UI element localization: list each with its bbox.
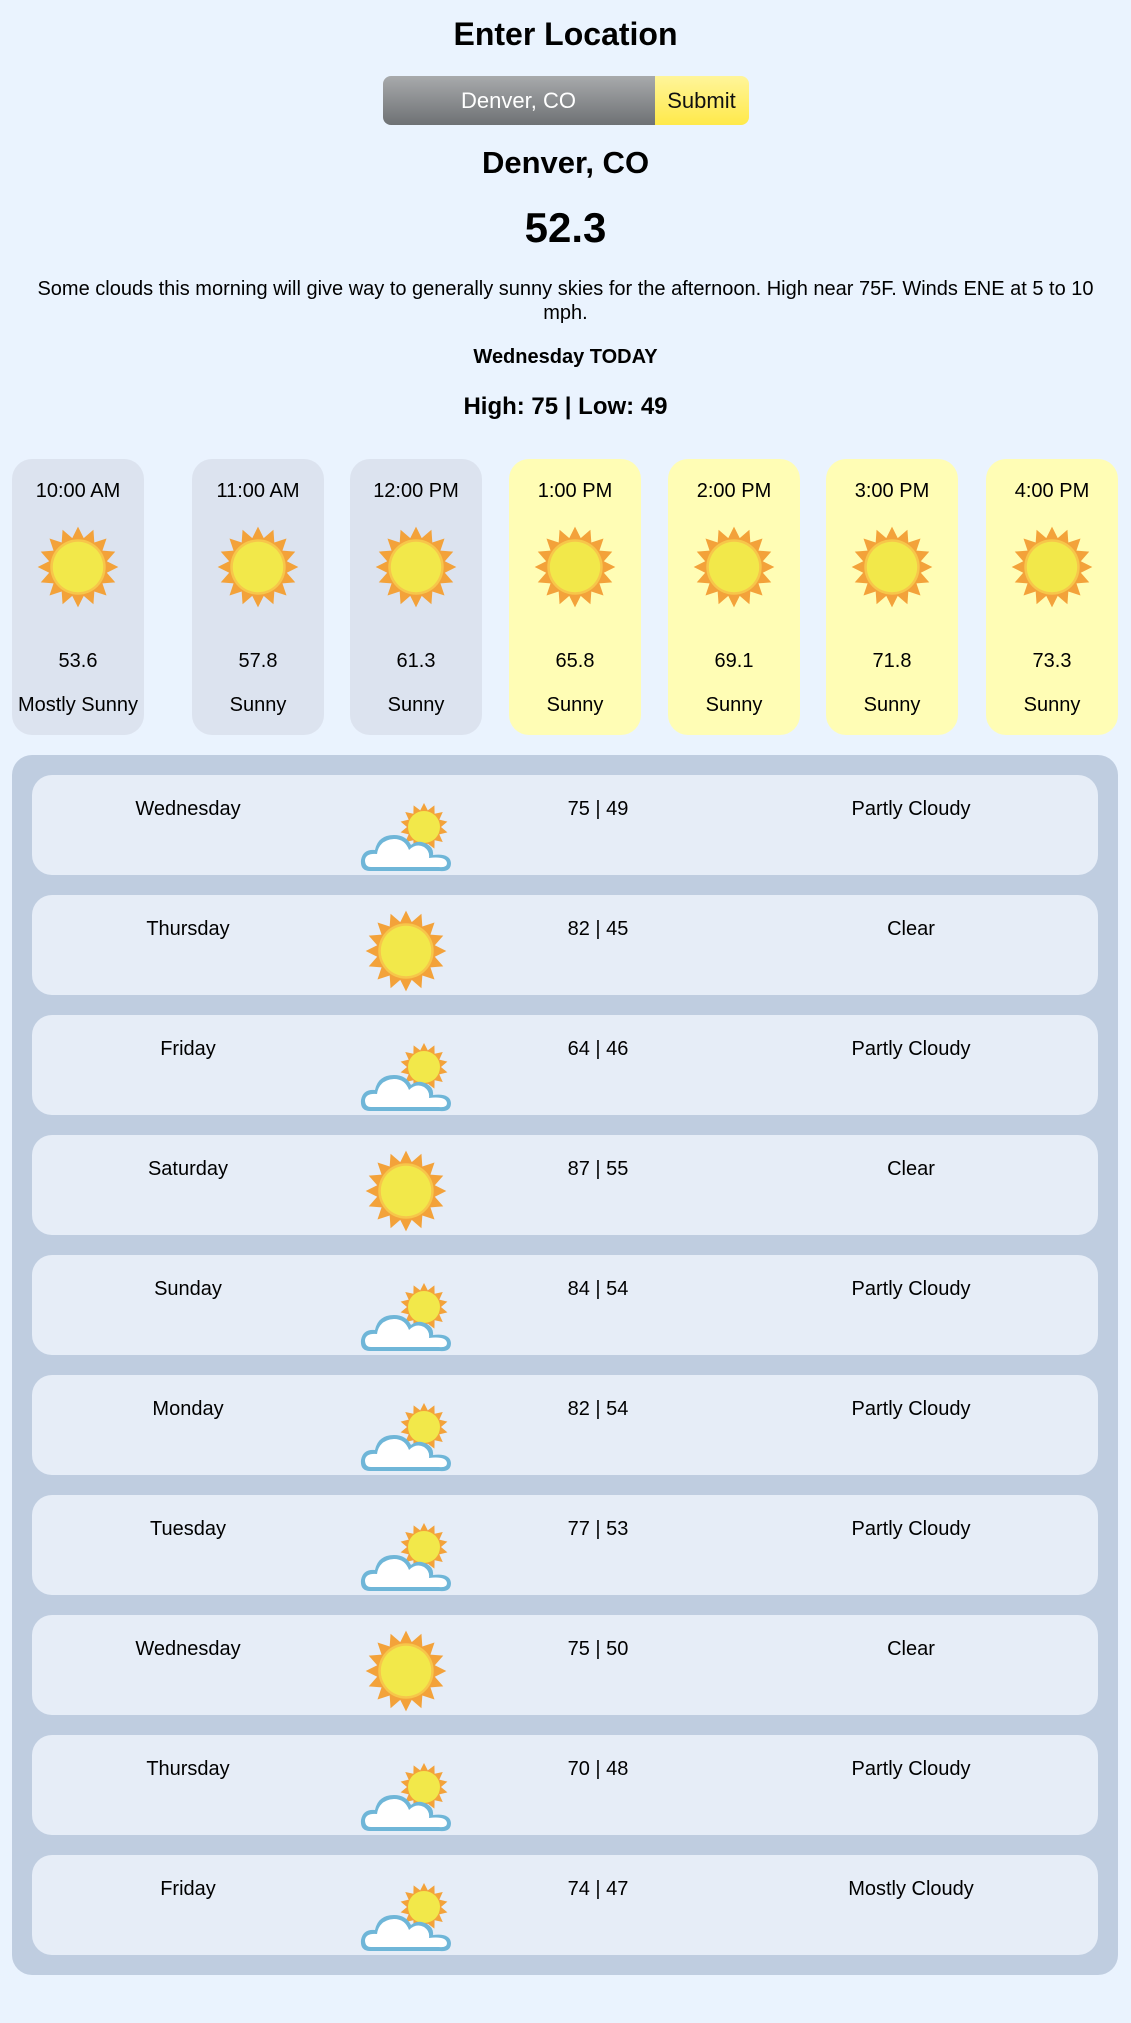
- hour-time: 2:00 PM: [696, 480, 772, 502]
- hour-condition: Sunny: [229, 694, 287, 716]
- sun-icon: [216, 525, 300, 609]
- day-high-low: 84 | 54: [567, 1278, 629, 1300]
- day-high-low: 77 | 53: [567, 1518, 629, 1540]
- page-title: Enter Location: [453, 16, 678, 52]
- partly-cloudy-icon: [358, 1755, 454, 1839]
- day-name: Thursday: [146, 918, 230, 940]
- partly-cloudy-icon: [358, 1515, 454, 1599]
- daily-row: Monday 82 | 54 Partly Cloudy: [32, 1375, 1098, 1475]
- today-label: Wednesday TODAY: [473, 346, 658, 368]
- hour-condition: Sunny: [863, 694, 921, 716]
- partly-cloudy-icon: [358, 795, 454, 879]
- sun-icon: [850, 525, 934, 609]
- hour-temperature: 53.6: [58, 650, 98, 672]
- partly-cloudy-icon: [358, 1395, 454, 1479]
- daily-row: Friday 74 | 47 Mostly Cloudy: [32, 1855, 1098, 1955]
- hour-condition: Sunny: [387, 694, 445, 716]
- day-condition: Clear: [887, 918, 935, 940]
- day-high-low: 82 | 54: [567, 1398, 629, 1420]
- day-name: Thursday: [146, 1758, 230, 1780]
- location-input[interactable]: [382, 76, 655, 125]
- hour-condition: Sunny: [705, 694, 763, 716]
- hour-time: 11:00 AM: [216, 480, 300, 502]
- hour-temperature: 73.3: [1032, 650, 1072, 672]
- day-name: Friday: [160, 1878, 216, 1900]
- sun-icon: [1010, 525, 1094, 609]
- hourly-card: 10:00 AM 53.6 Mostly Sunny: [12, 459, 144, 735]
- day-name: Monday: [152, 1398, 224, 1420]
- day-high-low: 70 | 48: [567, 1758, 629, 1780]
- sun-icon: [358, 910, 454, 999]
- daily-forecast: Wednesday 75 | 49 Partly Cloudy Thursday 82 …: [12, 755, 1118, 1975]
- today-high-low: High: 75 | Low: 49: [463, 393, 668, 420]
- partly-cloudy-icon: [358, 1035, 454, 1119]
- location-search-form: Submit: [0, 76, 1131, 125]
- daily-row: Wednesday 75 | 50 Clear: [32, 1615, 1098, 1715]
- day-condition: Clear: [887, 1158, 935, 1180]
- daily-row: Thursday 70 | 48 Partly Cloudy: [32, 1735, 1098, 1835]
- day-name: Wednesday: [135, 1638, 241, 1660]
- sun-icon: [358, 1630, 454, 1719]
- hour-time: 1:00 PM: [537, 480, 613, 502]
- hour-time: 12:00 PM: [373, 480, 459, 502]
- daily-row: Thursday 82 | 45 Clear: [32, 895, 1098, 995]
- sun-icon: [36, 525, 120, 609]
- day-high-low: 75 | 49: [567, 798, 629, 820]
- daily-row: Saturday 87 | 55 Clear: [32, 1135, 1098, 1235]
- sun-icon: [358, 1150, 454, 1239]
- weather-summary: Some clouds this morning will give way t…: [37, 278, 1094, 324]
- day-high-low: 87 | 55: [567, 1158, 629, 1180]
- hour-time: 4:00 PM: [1014, 480, 1090, 502]
- hour-time: 10:00 AM: [35, 480, 121, 502]
- partly-cloudy-icon: [358, 1275, 454, 1359]
- daily-row: Friday 64 | 46 Partly Cloudy: [32, 1015, 1098, 1115]
- submit-button[interactable]: Submit: [654, 76, 749, 125]
- day-condition: Partly Cloudy: [851, 1758, 971, 1780]
- hour-time: 3:00 PM: [854, 480, 930, 502]
- hourly-card: 3:00 PM 71.8 Sunny: [826, 459, 958, 735]
- sun-icon: [374, 525, 458, 609]
- hour-temperature: 57.8: [238, 650, 278, 672]
- hour-temperature: 71.8: [872, 650, 912, 672]
- daily-row: Sunday 84 | 54 Partly Cloudy: [32, 1255, 1098, 1355]
- day-condition: Partly Cloudy: [851, 798, 971, 820]
- hour-condition: Sunny: [546, 694, 604, 716]
- day-condition: Partly Cloudy: [851, 1518, 971, 1540]
- location-name: Denver, CO: [481, 145, 650, 180]
- sun-icon: [692, 525, 776, 609]
- day-name: Tuesday: [150, 1518, 226, 1540]
- day-high-low: 74 | 47: [567, 1878, 629, 1900]
- day-high-low: 64 | 46: [567, 1038, 629, 1060]
- hour-condition: Sunny: [1023, 694, 1081, 716]
- day-condition: Partly Cloudy: [851, 1398, 971, 1420]
- daily-row: Wednesday 75 | 49 Partly Cloudy: [32, 775, 1098, 875]
- sun-icon: [533, 525, 617, 609]
- hour-temperature: 65.8: [555, 650, 595, 672]
- hourly-card: 2:00 PM 69.1 Sunny: [668, 459, 800, 735]
- day-name: Saturday: [147, 1158, 229, 1180]
- day-name: Sunday: [154, 1278, 222, 1300]
- day-name: Friday: [160, 1038, 216, 1060]
- hourly-card: 1:00 PM 65.8 Sunny: [509, 459, 641, 735]
- hourly-card: 12:00 PM 61.3 Sunny: [350, 459, 482, 735]
- day-condition: Partly Cloudy: [851, 1278, 971, 1300]
- day-high-low: 75 | 50: [567, 1638, 629, 1660]
- hourly-card: 11:00 AM 57.8 Sunny: [192, 459, 324, 735]
- hour-temperature: 61.3: [396, 650, 436, 672]
- daily-row: Tuesday 77 | 53 Partly Cloudy: [32, 1495, 1098, 1595]
- hour-condition: Mostly Sunny: [17, 694, 139, 716]
- day-condition: Mostly Cloudy: [848, 1878, 974, 1900]
- hourly-forecast: 10:00 AM 53.6 Mostly Sunny 11:00 AM 57.8 Sunn…: [0, 459, 1131, 735]
- current-temperature: 52.3: [524, 204, 607, 251]
- weather-app: Enter Location Submit Denver, CO 52.3 So…: [0, 0, 1131, 1975]
- hourly-card: 4:00 PM 73.3 Sunny: [986, 459, 1118, 735]
- day-name: Wednesday: [135, 798, 241, 820]
- day-condition: Partly Cloudy: [851, 1038, 971, 1060]
- day-condition: Clear: [887, 1638, 935, 1660]
- day-high-low: 82 | 45: [567, 918, 629, 940]
- partly-cloudy-icon: [358, 1875, 454, 1959]
- hour-temperature: 69.1: [714, 650, 754, 672]
